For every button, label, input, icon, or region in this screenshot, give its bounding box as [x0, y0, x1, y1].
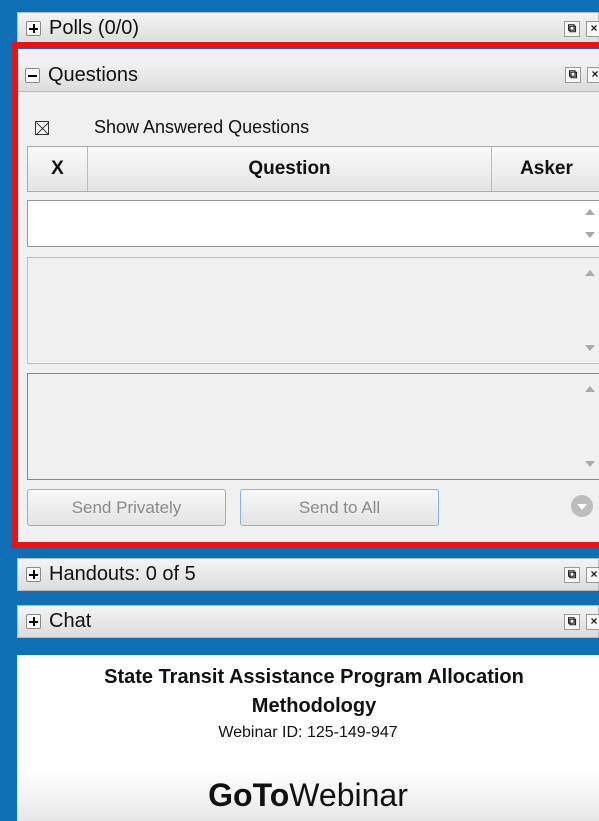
scroll-up-icon[interactable] — [585, 209, 595, 215]
brand-regular: Webinar — [289, 777, 408, 813]
handouts-panel-header[interactable]: Handouts: 0 of 5 ⧉ × — [17, 558, 599, 591]
scroll-up-icon[interactable] — [585, 386, 595, 392]
questions-panel: Questions ⧉ × Show Answered Questions X … — [17, 49, 599, 543]
webinar-title: State Transit Assistance Program Allocat… — [29, 663, 599, 721]
gotowebinar-logo: GoTo Webinar — [17, 770, 599, 821]
popout-icon[interactable]: ⧉ — [564, 613, 580, 630]
plus-icon[interactable] — [26, 567, 41, 582]
close-icon[interactable]: × — [586, 20, 599, 37]
questions-panel-header[interactable]: Questions ⧉ × — [17, 59, 599, 92]
questions-list[interactable] — [27, 200, 599, 247]
popout-icon[interactable]: ⧉ — [564, 566, 580, 583]
show-answered-label: Show Answered Questions — [94, 117, 310, 137]
show-answered-toggle[interactable]: Show Answered Questions — [35, 117, 309, 138]
polls-panel-header[interactable]: Polls (0/0) ⧉ × — [17, 12, 599, 45]
questions-label: Questions — [48, 63, 139, 86]
handouts-label: Handouts: 0 of 5 — [49, 563, 196, 585]
send-privately-button[interactable]: Send Privately — [27, 489, 226, 526]
column-header-x[interactable]: X — [28, 147, 88, 191]
send-to-all-button[interactable]: Send to All — [240, 489, 439, 526]
scroll-down-icon[interactable] — [585, 461, 595, 467]
polls-label: Polls (0/0) — [49, 17, 140, 39]
questions-table-header: X Question Asker — [27, 146, 599, 192]
webinar-title-line2: Methodology — [251, 695, 377, 717]
chat-panel-header[interactable]: Chat ⧉ × — [17, 605, 599, 638]
brand-bold: GoTo — [208, 777, 290, 813]
show-answered-checkbox[interactable] — [35, 120, 49, 135]
answer-input-scrollbar[interactable] — [579, 374, 599, 479]
question-detail-scrollbar[interactable] — [579, 258, 599, 363]
scroll-down-icon[interactable] — [585, 345, 595, 351]
chevron-down-icon[interactable] — [571, 495, 593, 517]
minus-icon[interactable] — [25, 67, 40, 83]
column-header-asker[interactable]: Asker — [492, 147, 599, 191]
column-header-question[interactable]: Question — [88, 147, 492, 191]
webinar-id: Webinar ID: 125-149-947 — [218, 724, 398, 741]
answer-input-area[interactable] — [27, 373, 599, 480]
questions-list-scrollbar[interactable] — [579, 201, 599, 246]
close-icon[interactable]: × — [586, 566, 599, 583]
chat-label: Chat — [49, 610, 92, 632]
plus-icon[interactable] — [26, 614, 41, 629]
popout-icon[interactable]: ⧉ — [565, 67, 581, 83]
close-icon[interactable]: × — [586, 613, 599, 630]
webinar-title-line1: State Transit Assistance Program Allocat… — [104, 666, 524, 688]
question-detail-area[interactable] — [27, 257, 599, 364]
popout-icon[interactable]: ⧉ — [564, 20, 580, 37]
webinar-info: State Transit Assistance Program Allocat… — [17, 655, 599, 770]
plus-icon[interactable] — [26, 21, 41, 36]
scroll-down-icon[interactable] — [585, 232, 595, 238]
close-icon[interactable]: × — [587, 67, 599, 83]
scroll-up-icon[interactable] — [585, 270, 595, 276]
